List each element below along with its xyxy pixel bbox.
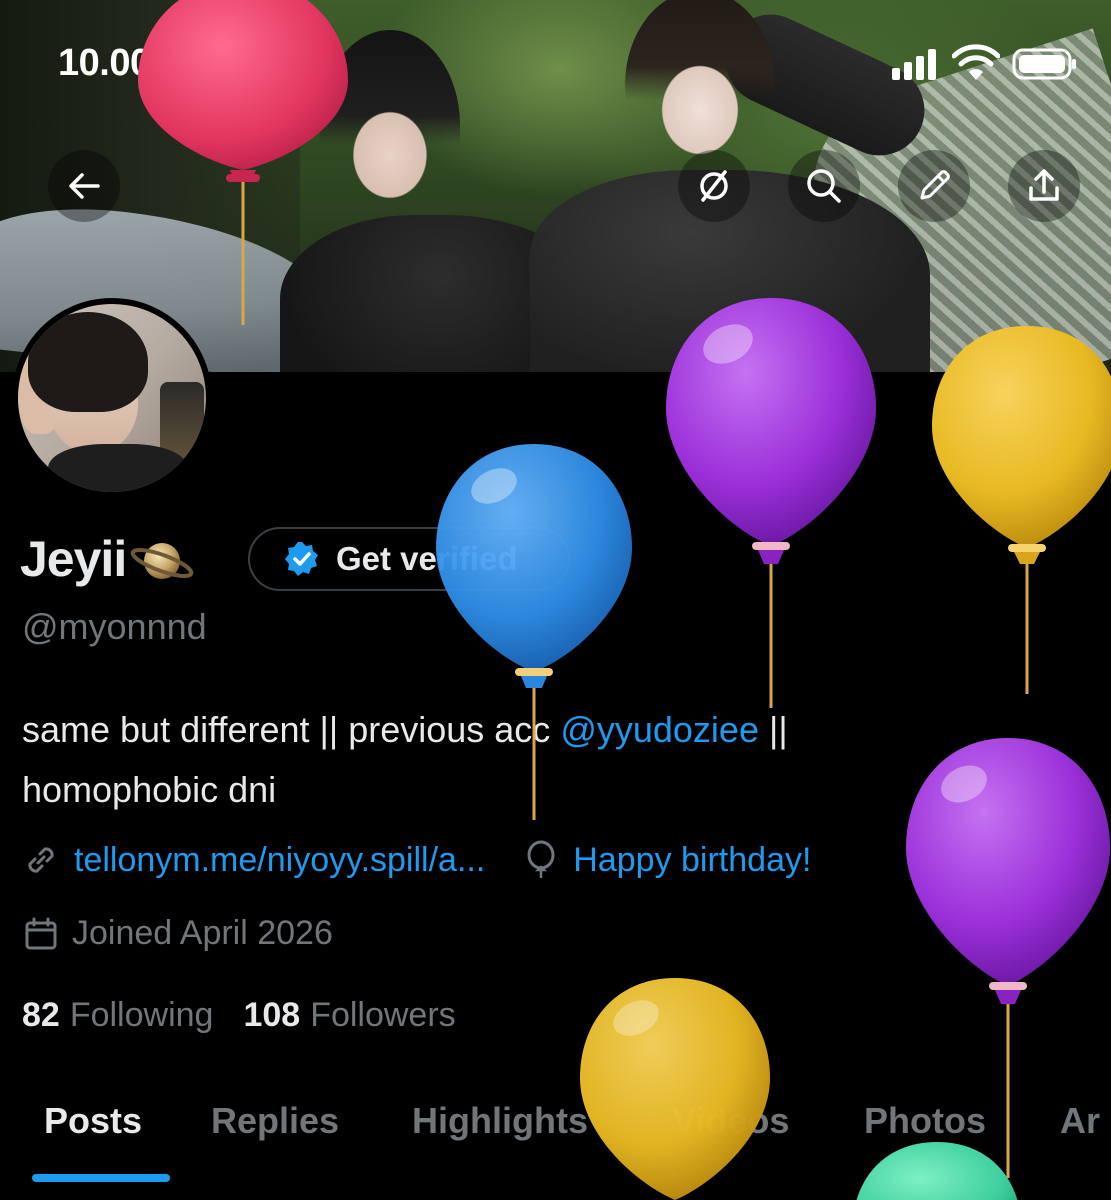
verified-badge-icon bbox=[285, 542, 318, 576]
share-icon bbox=[1029, 169, 1059, 201]
followers-count: 108 bbox=[243, 996, 301, 1034]
birthday-link[interactable]: Happy birthday! bbox=[573, 841, 811, 880]
tab-posts[interactable]: Posts bbox=[44, 1100, 142, 1142]
saturn-ringed-planet-icon bbox=[130, 543, 194, 579]
display-name: Jeyii bbox=[20, 531, 127, 587]
status-time: 10.00 bbox=[58, 42, 151, 84]
wifi-icon bbox=[952, 44, 1000, 80]
edit-button[interactable] bbox=[898, 150, 970, 222]
tab-highlights[interactable]: Highlights bbox=[412, 1100, 588, 1142]
active-tab-indicator bbox=[32, 1174, 170, 1182]
grok-icon bbox=[700, 170, 728, 202]
balloon-blue bbox=[436, 444, 632, 829]
back-button[interactable] bbox=[48, 150, 120, 222]
signal-icon bbox=[892, 49, 936, 80]
follow-stats: 82 Following 108 Followers bbox=[22, 996, 486, 1035]
search-button[interactable] bbox=[788, 150, 860, 222]
balloon-birthday-icon bbox=[527, 840, 555, 878]
profile-website-link[interactable]: tellonym.me/niyoyy.spill/a... bbox=[74, 841, 485, 880]
grok-button[interactable] bbox=[678, 150, 750, 222]
calendar-icon bbox=[25, 917, 57, 949]
joined-date: Joined April 2026 bbox=[72, 914, 333, 952]
profile-meta-row: tellonym.me/niyoyy.spill/a... Happy birt… bbox=[22, 840, 811, 880]
balloon-yellow-lower bbox=[580, 978, 770, 1200]
tab-replies[interactable]: Replies bbox=[211, 1100, 339, 1142]
user-handle: @myonnnd bbox=[22, 606, 207, 647]
balloon-red bbox=[138, 0, 348, 345]
search-icon bbox=[807, 169, 841, 203]
link-icon bbox=[28, 847, 54, 873]
joined-date-row: Joined April 2026 bbox=[22, 914, 333, 953]
followers-count-link[interactable]: 108 Followers bbox=[243, 996, 455, 1035]
battery-icon bbox=[1012, 48, 1076, 80]
following-label: Following bbox=[69, 996, 214, 1034]
balloon-purple bbox=[666, 298, 876, 723]
balloon-green bbox=[852, 1142, 1022, 1200]
profile-name-row: Jeyii bbox=[20, 528, 194, 590]
edit-pencil-icon bbox=[920, 170, 950, 200]
back-arrow-icon bbox=[69, 173, 100, 199]
balloon-purple-lower bbox=[906, 738, 1110, 1183]
following-count: 82 bbox=[22, 996, 60, 1034]
followers-label: Followers bbox=[310, 996, 456, 1034]
following-count-link[interactable]: 82 Following bbox=[22, 996, 213, 1035]
balloon-yellow bbox=[932, 326, 1111, 711]
share-button[interactable] bbox=[1008, 150, 1080, 222]
bio-text: homophobic dni bbox=[22, 769, 277, 810]
